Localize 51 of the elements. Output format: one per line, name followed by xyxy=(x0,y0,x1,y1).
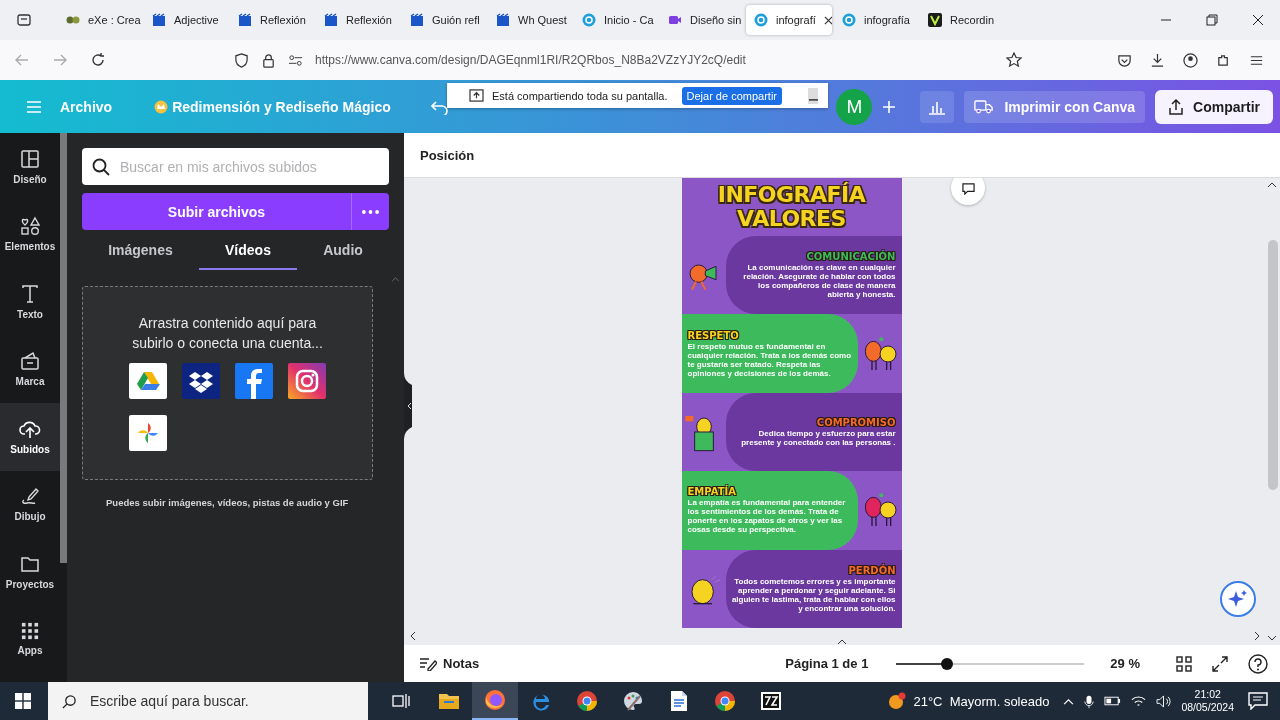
page-indicator[interactable]: Página 1 de 1 xyxy=(785,656,869,671)
media-tab[interactable]: Vídeos xyxy=(199,234,297,270)
print-button[interactable]: Imprimir con Canva xyxy=(964,90,1146,123)
section-text: Todos cometemos errores y es importante aprender a perdonar y seguir adelante. Si alguien te lastima, trata de hablar con ellos y encontrar una solución. xyxy=(731,576,896,613)
drop-zone-text: Arrastra contenido aquí para subirlo o conecta una cuenta... xyxy=(131,314,324,353)
search-field[interactable]: Buscar en mis archivos subidos xyxy=(82,148,389,185)
sidebar-item[interactable]: Elementos xyxy=(0,200,60,268)
zoom-reading[interactable]: 29 % xyxy=(1110,656,1140,671)
notes-button[interactable]: Notas xyxy=(419,656,480,671)
sidebar-item[interactable]: Diseño xyxy=(0,133,60,201)
sidebar-item[interactable]: Subidos xyxy=(0,403,60,471)
browser-tab[interactable]: Reflexión xyxy=(230,5,314,35)
section-heading: COMPROMISO xyxy=(816,416,896,428)
share-button[interactable]: Compartir xyxy=(1155,89,1273,124)
drop-zone[interactable]: Arrastra contenido aquí para subirlo o conecta una cuenta... xyxy=(82,286,373,480)
section-text: La comunicación es clave en cualquier relación. Asegurate de hablar con todos los compañeros de clase de manera abierta y honesta. xyxy=(742,263,896,300)
url-field[interactable]: https://www.canva.com/design/DAGEqnml1RI/R2QRbos_N8Ba2VZzYJY2cQ/edit xyxy=(315,53,746,67)
section-heading: RESPETO xyxy=(687,329,739,341)
sidebar-item[interactable]: Texto xyxy=(0,268,60,336)
section-text: La empatía es fundamental para entender los sentimientos de los demás. Trata de ponerte en los zapatos de otros y ver las cosas desde su perspectiva. xyxy=(687,498,847,535)
clock[interactable]: 21:02 08/05/2024 xyxy=(1181,688,1234,714)
media-tab[interactable]: Imágenes xyxy=(82,234,199,270)
section-heading: PERDÓN xyxy=(848,564,896,576)
browser-tab[interactable]: Wh Quest xyxy=(488,5,572,35)
upload-button[interactable]: Subir archivos xyxy=(82,193,351,230)
browser-tab[interactable]: Guión refl xyxy=(402,5,486,35)
browser-tab[interactable]: infografía xyxy=(834,5,918,35)
browser-tab[interactable]: Reflexión xyxy=(316,5,400,35)
section-text: El respeto mutuo es fundamental en cualquier relación. Trata a los demás como te gustaría ser tratado. Respeta las opiniones y decisiones de los demás. xyxy=(687,341,852,378)
browser-tab[interactable]: Adjective xyxy=(144,5,228,35)
stop-sharing-button[interactable]: Dejar de compartir xyxy=(681,86,782,105)
sidebar-item[interactable]: Marca xyxy=(0,335,60,403)
media-tab[interactable]: Audio xyxy=(297,234,389,270)
position-button[interactable]: Posición xyxy=(420,147,475,163)
weather-text[interactable]: 21°C Mayorm. soleado xyxy=(913,693,1050,709)
sidebar-item[interactable]: Dibujo xyxy=(0,470,60,538)
upload-hint: Puedes subir imágenes, vídeos, pistas de audio y GIF xyxy=(106,497,350,508)
section-heading: COMUNICACIÓN xyxy=(806,251,896,263)
infographic-title: VALORES xyxy=(737,207,846,231)
infographic-title: INFOGRAFÍA xyxy=(717,183,866,207)
browser-tab[interactable]: Diseño sin xyxy=(660,5,744,35)
section-text: Dedica tiempo y esfuerzo para estar presente y conectado con las personas . xyxy=(740,428,896,447)
browser-tab[interactable]: Inicio - Ca xyxy=(574,5,658,35)
sidebar-item[interactable]: Proyectos xyxy=(0,538,60,606)
browser-tab[interactable]: Recordin xyxy=(920,5,1004,35)
browser-tab[interactable]: eXe : Crea xyxy=(58,5,142,35)
section-heading: EMPATÍA xyxy=(687,486,736,498)
sidebar-item[interactable]: Apps xyxy=(0,605,60,673)
share-message: Está compartiendo toda su pantalla. xyxy=(492,89,668,102)
browser-tab[interactable]: infografí xyxy=(746,5,832,35)
taskbar-search-field[interactable]: Escribe aquí para buscar. xyxy=(48,682,368,720)
